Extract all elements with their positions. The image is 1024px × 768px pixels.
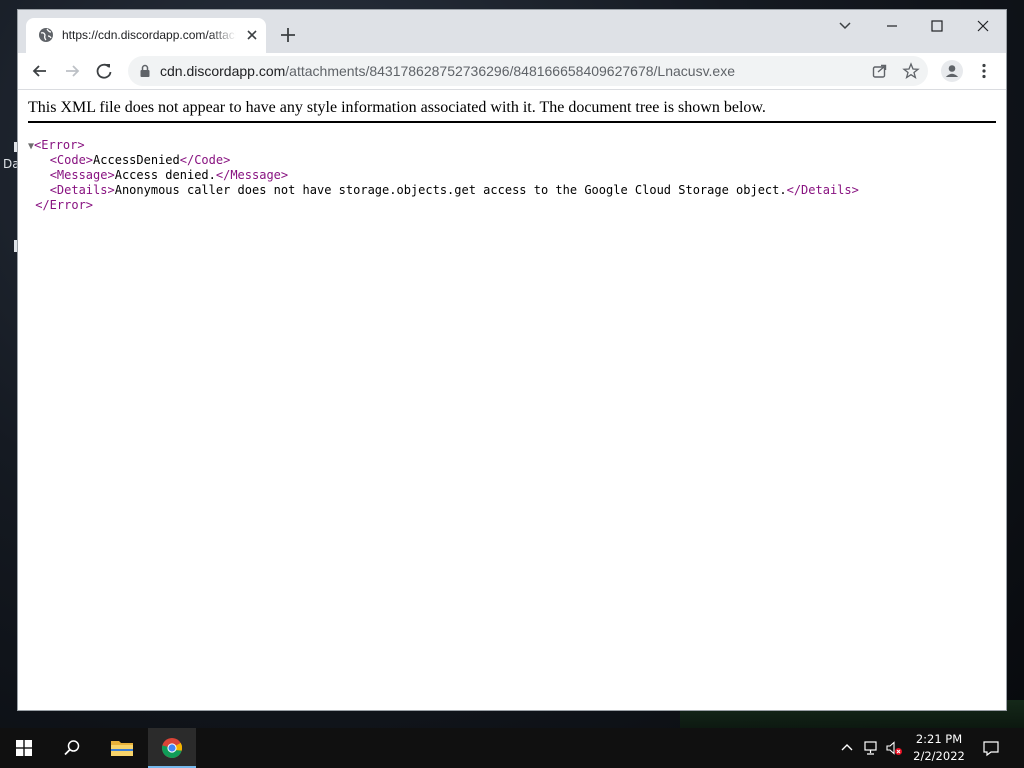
clock-date: 2/2/2022 (913, 749, 965, 763)
desktop-icon-edge (14, 240, 17, 252)
url-host: cdn.discordapp.com (160, 63, 286, 79)
clock-time: 2:21 PM (915, 732, 963, 746)
xml-tag: </Error> (35, 198, 94, 212)
chrome-icon (161, 738, 183, 759)
xml-style-notice: This XML file does not appear to have an… (28, 99, 996, 123)
chrome-taskbar-button[interactable] (148, 728, 196, 768)
profile-avatar-icon[interactable] (941, 60, 963, 82)
taskbar: 2:21 PM 2/2/2022 (0, 728, 1024, 768)
xml-tag: </Message> (215, 168, 289, 182)
volume-muted-icon[interactable] (885, 739, 903, 757)
folder-icon (111, 741, 133, 756)
xml-code-value: AccessDenied (93, 153, 180, 167)
forward-arrow-icon[interactable] (62, 61, 82, 81)
xml-tag: </Code> (179, 153, 231, 167)
windows-logo-icon (16, 740, 32, 756)
search-button[interactable] (48, 728, 96, 768)
tab-title: https://cdn.discordapp.com/attachments/8… (62, 28, 236, 42)
xml-code-line: <Code>AccessDenied</Code> (28, 153, 859, 168)
xml-message-value: Access denied. (114, 168, 216, 182)
close-tab-icon[interactable] (244, 27, 260, 43)
xml-root-open-line[interactable]: ▼<Error> (28, 138, 859, 153)
page-content: This XML file does not appear to have an… (18, 91, 1006, 710)
lock-icon[interactable] (138, 64, 152, 78)
start-button[interactable] (0, 728, 48, 768)
xml-tag: </Details> (786, 183, 859, 197)
title-bar: https://cdn.discordapp.com/attachments/8… (18, 10, 1006, 53)
chevron-up-icon[interactable] (838, 739, 856, 757)
tab-search-chevron-icon[interactable] (835, 16, 855, 36)
xml-tag: <Details> (49, 183, 115, 197)
search-icon (64, 740, 80, 756)
share-icon[interactable] (871, 62, 889, 80)
url-text: cdn.discordapp.com/attachments/843178628… (160, 63, 735, 79)
desktop-icons-partial: Da (0, 0, 20, 710)
xml-message-line: <Message>Access denied.</Message> (28, 168, 859, 183)
browser-tab[interactable]: https://cdn.discordapp.com/attachments/8… (26, 18, 266, 53)
notifications-icon[interactable] (982, 739, 1000, 757)
system-clock[interactable]: 2:21 PM 2/2/2022 (906, 731, 972, 765)
bookmark-star-icon[interactable] (902, 62, 920, 80)
xml-document-tree: ▼<Error> <Code>AccessDenied</Code> <Mess… (28, 138, 859, 213)
browser-window: https://cdn.discordapp.com/attachments/8… (18, 10, 1006, 710)
globe-icon (39, 28, 53, 42)
maximize-icon[interactable] (927, 16, 947, 36)
xml-root-close-line: </Error> (28, 198, 859, 213)
address-bar[interactable]: cdn.discordapp.com/attachments/843178628… (128, 56, 928, 86)
xml-tag: <Message> (49, 168, 115, 182)
navigation-toolbar: cdn.discordapp.com/attachments/843178628… (18, 53, 1006, 90)
close-window-icon[interactable] (973, 16, 993, 36)
reload-icon[interactable] (94, 61, 114, 81)
xml-details-line: <Details>Anonymous caller does not have … (28, 183, 859, 198)
xml-tag: <Error> (34, 138, 85, 152)
desktop-icon-edge (14, 142, 17, 152)
url-path: /attachments/843178628752736296/84816665… (285, 63, 735, 79)
xml-tag: <Code> (49, 153, 94, 167)
minimize-icon[interactable] (882, 16, 902, 36)
new-tab-icon[interactable] (278, 25, 298, 45)
xml-details-value: Anonymous caller does not have storage.o… (114, 183, 787, 197)
file-explorer-button[interactable] (98, 728, 146, 768)
menu-kebab-icon[interactable] (974, 61, 994, 81)
back-arrow-icon[interactable] (30, 61, 50, 81)
network-icon[interactable] (862, 739, 880, 757)
